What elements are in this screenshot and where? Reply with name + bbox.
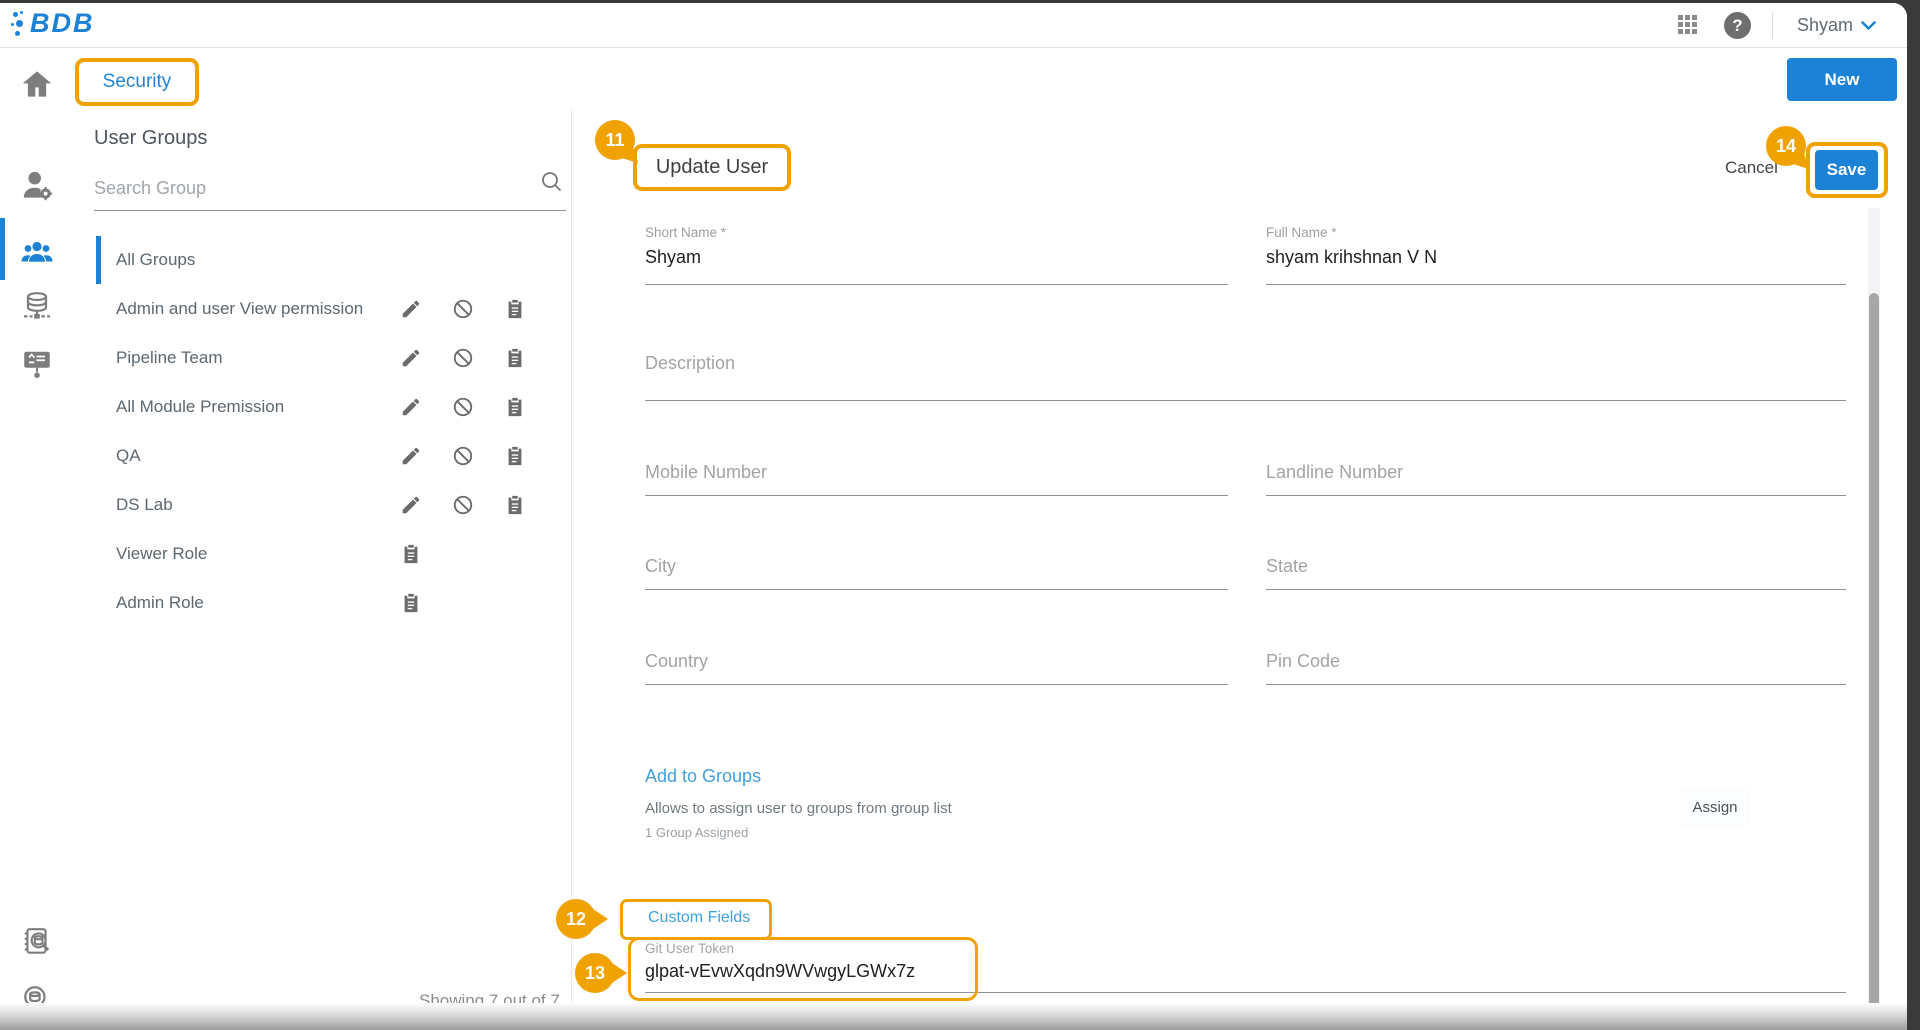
landline-number-field[interactable] bbox=[1266, 455, 1846, 496]
panel-divider bbox=[571, 108, 572, 1005]
group-row[interactable]: Admin Role bbox=[71, 578, 571, 627]
user-menu[interactable]: Shyam bbox=[1797, 15, 1853, 36]
groups-assigned-count: 1 Group Assigned bbox=[645, 825, 748, 840]
group-name[interactable]: Admin and user View permission bbox=[116, 299, 363, 319]
sidebar bbox=[0, 48, 71, 1030]
user-settings-icon[interactable] bbox=[21, 169, 53, 201]
full-name-field[interactable] bbox=[1266, 239, 1846, 285]
selected-group-indicator bbox=[96, 236, 101, 284]
group-name[interactable]: QA bbox=[116, 446, 141, 466]
edit-group-icon[interactable] bbox=[400, 347, 422, 369]
logo-text: BDB bbox=[30, 8, 95, 39]
git-user-token-field[interactable] bbox=[645, 955, 1846, 993]
group-name[interactable]: All Module Premission bbox=[116, 397, 284, 417]
topbar-divider bbox=[1772, 12, 1773, 39]
form-title: Update User bbox=[656, 156, 768, 179]
country-field[interactable] bbox=[645, 644, 1228, 685]
bottom-gradient-bar bbox=[0, 1003, 1907, 1030]
group-row[interactable]: Pipeline Team bbox=[71, 333, 571, 382]
help-icon[interactable]: ? bbox=[1724, 12, 1751, 39]
user-groups-icon[interactable] bbox=[21, 236, 53, 268]
clipboard-group-icon[interactable] bbox=[504, 396, 526, 418]
save-button[interactable]: Save bbox=[1815, 150, 1878, 190]
group-name[interactable]: All Groups bbox=[116, 250, 195, 270]
annotation-callout-14: 14 bbox=[1766, 126, 1806, 166]
block-group-icon[interactable] bbox=[452, 494, 474, 516]
block-group-icon[interactable] bbox=[452, 396, 474, 418]
workflow-card-icon[interactable] bbox=[21, 348, 53, 380]
audit-log-icon[interactable] bbox=[21, 926, 53, 958]
groups-panel-title: User Groups bbox=[94, 127, 207, 150]
clipboard-group-icon[interactable] bbox=[400, 543, 422, 565]
add-to-groups-description: Allows to assign user to groups from gro… bbox=[645, 800, 952, 817]
app-window: BDB ? Shyam bbox=[0, 3, 1907, 1030]
block-group-icon[interactable] bbox=[452, 347, 474, 369]
new-button[interactable]: New bbox=[1787, 58, 1897, 101]
edit-group-icon[interactable] bbox=[400, 298, 422, 320]
logo-dots-icon bbox=[16, 20, 23, 27]
full-name-label: Full Name * bbox=[1266, 225, 1337, 240]
git-user-token-label: Git User Token bbox=[645, 941, 734, 956]
clipboard-group-icon[interactable] bbox=[504, 494, 526, 516]
edit-group-icon[interactable] bbox=[400, 445, 422, 467]
group-row[interactable]: DS Lab bbox=[71, 480, 571, 529]
cancel-button[interactable]: Cancel bbox=[1725, 158, 1778, 178]
group-name[interactable]: Pipeline Team bbox=[116, 348, 222, 368]
chevron-down-icon[interactable] bbox=[1861, 21, 1876, 31]
annotation-callout-13: 13 bbox=[575, 953, 615, 993]
group-row[interactable]: QA bbox=[71, 431, 571, 480]
city-field[interactable] bbox=[645, 549, 1228, 590]
short-name-label: Short Name * bbox=[645, 225, 726, 240]
custom-fields-link[interactable]: Custom Fields bbox=[648, 909, 750, 927]
annotation-callout-12: 12 bbox=[556, 899, 596, 939]
breadcrumb-highlight-box: Security bbox=[75, 58, 199, 106]
assign-button[interactable]: Assign bbox=[1682, 789, 1748, 825]
block-group-icon[interactable] bbox=[452, 445, 474, 467]
pin-code-field[interactable] bbox=[1266, 644, 1846, 685]
scrollbar-thumb[interactable] bbox=[1869, 293, 1879, 1016]
search-icon[interactable] bbox=[541, 171, 563, 193]
short-name-field[interactable] bbox=[645, 239, 1228, 285]
edit-group-icon[interactable] bbox=[400, 494, 422, 516]
home-icon[interactable] bbox=[21, 68, 53, 100]
block-group-icon[interactable] bbox=[452, 298, 474, 320]
apps-grid-icon[interactable] bbox=[1678, 15, 1700, 37]
group-name[interactable]: Viewer Role bbox=[116, 544, 207, 564]
group-row[interactable]: Admin and user View permission bbox=[71, 284, 571, 333]
clipboard-group-icon[interactable] bbox=[504, 445, 526, 467]
clipboard-group-icon[interactable] bbox=[504, 347, 526, 369]
group-name[interactable]: DS Lab bbox=[116, 495, 173, 515]
clipboard-group-icon[interactable] bbox=[400, 592, 422, 614]
data-center-icon[interactable] bbox=[21, 291, 53, 323]
group-item-all-groups[interactable]: All Groups bbox=[71, 236, 571, 284]
edit-group-icon[interactable] bbox=[400, 396, 422, 418]
clipboard-group-icon[interactable] bbox=[504, 298, 526, 320]
sidebar-active-indicator bbox=[0, 218, 5, 280]
form-title-highlight-box: Update User bbox=[633, 144, 791, 191]
topbar: BDB ? Shyam bbox=[0, 3, 1907, 48]
add-to-groups-link[interactable]: Add to Groups bbox=[645, 766, 761, 787]
state-field[interactable] bbox=[1266, 549, 1846, 590]
annotation-callout-11: 11 bbox=[595, 120, 635, 160]
group-row[interactable]: Viewer Role bbox=[71, 529, 571, 578]
group-row[interactable]: All Module Premission bbox=[71, 382, 571, 431]
mobile-number-field[interactable] bbox=[645, 455, 1228, 496]
group-name[interactable]: Admin Role bbox=[116, 593, 204, 613]
description-field[interactable] bbox=[645, 345, 1846, 401]
search-group-input[interactable] bbox=[94, 173, 566, 211]
bdb-logo[interactable]: BDB bbox=[16, 8, 95, 39]
breadcrumb-security[interactable]: Security bbox=[103, 71, 172, 93]
